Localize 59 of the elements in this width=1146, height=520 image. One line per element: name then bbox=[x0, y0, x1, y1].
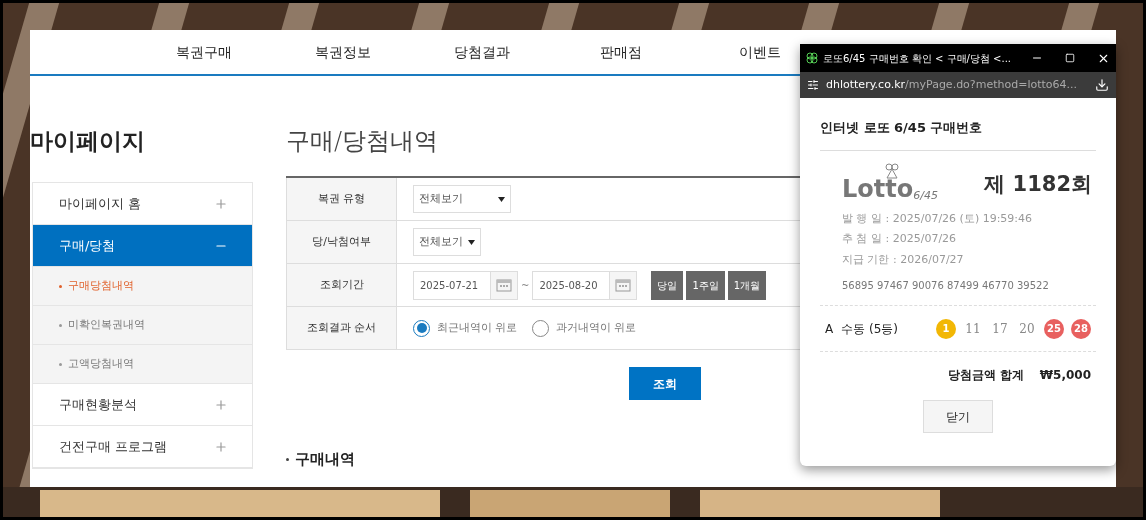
expand-icon[interactable] bbox=[214, 196, 228, 211]
lotto-number: 20 bbox=[1018, 320, 1036, 338]
radio-label: 과거내역이 위로 bbox=[555, 319, 636, 336]
clover-icon bbox=[806, 52, 818, 64]
form-label: 복권 유형 bbox=[286, 178, 397, 220]
select-field[interactable]: 전체보기 bbox=[413, 228, 481, 256]
ticket-serial: 56895 97467 90076 87499 46770 39522 bbox=[820, 278, 1096, 306]
close-button[interactable]: 닫기 bbox=[923, 400, 993, 433]
period-button[interactable]: 당일 bbox=[651, 270, 684, 300]
date-field[interactable]: 2025-08-20 bbox=[532, 270, 638, 300]
dropdown-caret-icon bbox=[468, 239, 475, 245]
form-label: 당/낙첨여부 bbox=[286, 221, 397, 263]
round-number: 제 1182회 bbox=[984, 171, 1092, 198]
calendar-icon[interactable] bbox=[490, 271, 517, 299]
nav-link[interactable]: 판매점 bbox=[561, 41, 681, 63]
sidebar-subitem[interactable]: 미확인복권내역 bbox=[33, 306, 252, 345]
url-text[interactable]: dhlottery.co.kr/myPage.do?method=lotto64... bbox=[826, 76, 1077, 94]
popup-heading: 인터넷 로또 6/45 구매번호 bbox=[820, 98, 1096, 151]
dropdown-caret-icon bbox=[498, 196, 505, 202]
expand-icon[interactable] bbox=[214, 397, 228, 412]
total-amount: ₩5,000 bbox=[1039, 367, 1091, 384]
lotto-logo: Lotto6/45 bbox=[842, 162, 938, 201]
radio-button[interactable] bbox=[413, 319, 430, 337]
nav-link[interactable]: 당첨결과 bbox=[422, 41, 542, 63]
calendar-icon[interactable] bbox=[609, 271, 637, 299]
nav-link[interactable]: 복권정보 bbox=[283, 41, 403, 63]
radio-label: 최근내역이 위로 bbox=[437, 319, 518, 336]
radio-button[interactable] bbox=[531, 319, 549, 337]
sidebar-title: 마이페이지 bbox=[30, 127, 146, 156]
sidebar-item[interactable]: 구매/당첨 bbox=[33, 225, 252, 267]
game-mode: 수동 (5등) bbox=[841, 320, 899, 338]
ticket-detail: 지급 기한 : 2026/07/27 bbox=[842, 251, 965, 268]
maximize-icon[interactable] bbox=[1065, 53, 1075, 63]
search-button[interactable]: 조회 bbox=[629, 367, 701, 400]
form-label: 조회기간 bbox=[286, 264, 397, 306]
ticket-detail: 발 행 일 : 2025/07/26 (토) 19:59:46 bbox=[842, 210, 1034, 227]
bullet-icon bbox=[59, 362, 62, 366]
page-title: 구매/당첨내역 bbox=[286, 126, 439, 156]
range-separator: ~ bbox=[521, 278, 530, 293]
select-field[interactable]: 전체보기 bbox=[413, 185, 511, 213]
total-label: 당첨금액 합계 bbox=[947, 367, 1024, 384]
bullet-icon bbox=[59, 284, 62, 288]
lotto-number: 11 bbox=[964, 320, 982, 338]
expand-icon[interactable] bbox=[214, 439, 228, 454]
date-field[interactable]: 2025-07-21 bbox=[413, 270, 518, 300]
window-title: 로또6/45 구매번호 확인 < 구매/당첨 <... bbox=[823, 51, 1011, 66]
site-settings-icon[interactable] bbox=[807, 79, 819, 91]
game-slot: A bbox=[825, 319, 834, 338]
period-button[interactable]: 1개월 bbox=[727, 270, 767, 300]
period-button[interactable]: 1주일 bbox=[686, 270, 725, 300]
download-icon[interactable] bbox=[1095, 78, 1109, 92]
lotto-number: 17 bbox=[991, 320, 1009, 338]
bullet-icon bbox=[286, 457, 289, 461]
section-title: 구매내역 bbox=[295, 449, 355, 470]
nav-link[interactable]: 복권구매 bbox=[144, 41, 264, 63]
sidebar-subitem[interactable]: 고액당첨내역 bbox=[33, 345, 252, 384]
ticket-detail: 추 첨 일 : 2025/07/26 bbox=[842, 231, 958, 247]
form-label: 조회결과 순서 bbox=[286, 307, 397, 349]
bullet-icon bbox=[59, 323, 62, 327]
